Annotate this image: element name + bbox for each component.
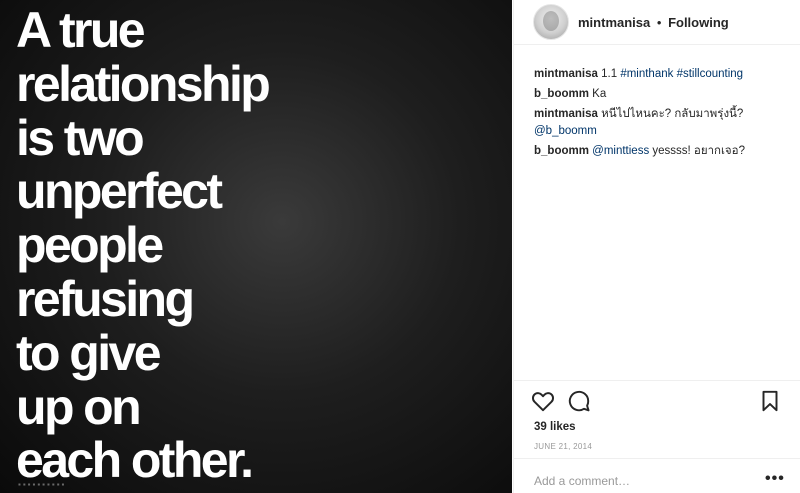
post-side-panel: mintmanisa • Following mintmanisa 1.1 #m… bbox=[513, 0, 800, 493]
comment-text: yessss! อยากเจอ? bbox=[649, 145, 745, 157]
quote-line: to give bbox=[16, 324, 162, 381]
comment-box-divider bbox=[514, 458, 800, 459]
comment-item: b_boomm @minttiess yessss! อยากเจอ? bbox=[534, 143, 789, 160]
header-text: mintmanisa • Following bbox=[578, 15, 729, 30]
comment-item: mintmanisa หนีไปไหนคะ? กลับมาพรุ่งนี้? @b… bbox=[534, 106, 789, 140]
heart-icon[interactable] bbox=[530, 388, 556, 414]
separator-dot: • bbox=[656, 15, 662, 30]
quote-text: A true relationship is two unperfect peo… bbox=[16, 2, 271, 488]
add-comment-input[interactable] bbox=[534, 474, 744, 488]
more-options-icon[interactable]: ••• bbox=[765, 470, 785, 488]
avatar[interactable] bbox=[533, 4, 569, 40]
comment-username[interactable]: mintmanisa bbox=[534, 68, 598, 80]
header-divider bbox=[514, 44, 800, 45]
quote-line: up on bbox=[16, 378, 142, 435]
action-bar bbox=[514, 386, 800, 416]
quote-line: A true bbox=[16, 2, 146, 58]
username-link[interactable]: mintmanisa bbox=[578, 15, 650, 30]
quote-line: unperfect bbox=[16, 163, 223, 220]
comment-link[interactable]: #minthank bbox=[620, 68, 673, 80]
comment-text: Ka bbox=[592, 88, 607, 100]
comment-link[interactable]: @minttiess bbox=[592, 145, 649, 157]
post-header: mintmanisa • Following bbox=[514, 0, 800, 44]
following-button[interactable]: Following bbox=[668, 15, 729, 30]
quote-line: people bbox=[16, 217, 164, 274]
post-image[interactable]: A true relationship is two unperfect peo… bbox=[0, 0, 512, 493]
quote-line: relationship bbox=[16, 55, 271, 112]
comment-username[interactable]: b_boomm bbox=[534, 145, 589, 157]
comment-icon[interactable] bbox=[566, 388, 592, 414]
quote-line: is two bbox=[16, 109, 145, 166]
post-date: JUNE 21, 2014 bbox=[534, 442, 593, 451]
comment-link[interactable]: @b_boomm bbox=[534, 125, 597, 137]
quote-line: refusing bbox=[16, 270, 195, 327]
actions-divider bbox=[514, 380, 800, 381]
comment-text: 1.1 bbox=[601, 68, 621, 80]
comment-username[interactable]: b_boomm bbox=[534, 88, 589, 100]
comment-username[interactable]: mintmanisa bbox=[534, 108, 598, 120]
comment-item: mintmanisa 1.1 #minthank #stillcounting bbox=[534, 66, 789, 83]
comment-link[interactable]: #stillcounting bbox=[677, 68, 743, 80]
like-count[interactable]: 39 likes bbox=[534, 421, 576, 433]
image-watermark: ▪▪▪▪▪▪▪▪▪▪ bbox=[18, 480, 67, 489]
comment-item: b_boomm Ka bbox=[534, 86, 789, 103]
comments-list: mintmanisa 1.1 #minthank #stillcounting b… bbox=[534, 66, 789, 163]
comment-text: หนีไปไหนคะ? กลับมาพรุ่งนี้? bbox=[601, 108, 744, 120]
bookmark-icon[interactable] bbox=[757, 388, 783, 414]
